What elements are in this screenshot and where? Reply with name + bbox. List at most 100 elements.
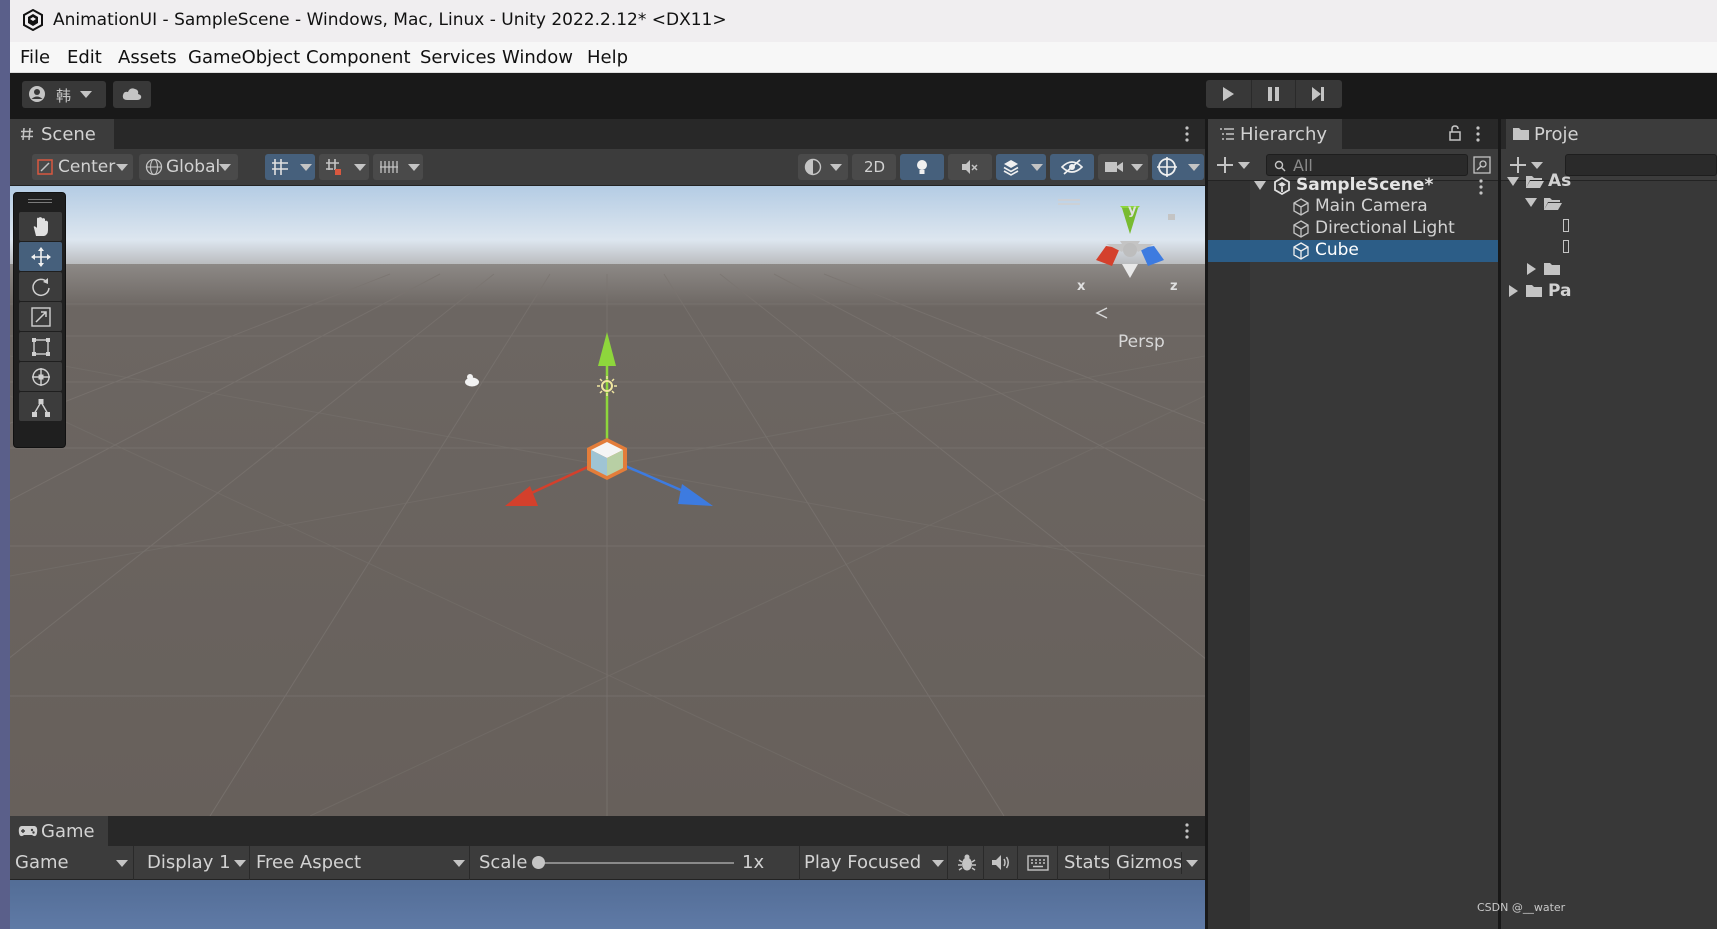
expand-arrow-icon[interactable]: [1525, 198, 1537, 208]
custom-tool[interactable]: [19, 392, 62, 421]
chevron-down-icon: [116, 860, 128, 867]
tab-project[interactable]: Proje: [1506, 119, 1717, 149]
drag-handle-icon[interactable]: [28, 198, 52, 204]
2d-mode-label: 2D: [864, 158, 886, 176]
chevron-down-icon[interactable]: [1238, 162, 1250, 169]
hierarchy-item-main-camera[interactable]: Main Camera: [1208, 196, 1498, 218]
hierarchy-item-label: Main Camera: [1315, 196, 1428, 216]
chevron-down-icon: [1131, 164, 1143, 171]
scene-viewport[interactable]: y x z Persp: [10, 186, 1205, 816]
open-folder-icon: [1526, 176, 1544, 188]
keyboard-shortcuts-toggle[interactable]: [1018, 846, 1058, 880]
chevron-down-icon: [830, 164, 842, 171]
mute-audio-toggle[interactable]: [984, 846, 1018, 880]
2d-mode-toggle[interactable]: 2D: [852, 154, 896, 180]
hierarchy-gutter: [1208, 181, 1250, 929]
pause-button[interactable]: [1251, 80, 1296, 108]
rect-tool[interactable]: [19, 332, 62, 361]
hidden-eye-icon: [1061, 159, 1083, 175]
tab-hierarchy[interactable]: Hierarchy: [1208, 119, 1342, 149]
hierarchy-item-cube[interactable]: Cube: [1208, 240, 1498, 262]
chevron-left-icon[interactable]: [1095, 306, 1109, 320]
add-icon[interactable]: [1509, 156, 1529, 174]
orientation-axis-x-label: x: [1077, 279, 1086, 294]
hierarchy-item-directional-light[interactable]: Directional Light: [1208, 218, 1498, 240]
collapse-arrow-icon[interactable]: [1509, 285, 1519, 297]
stats-toggle[interactable]: Stats: [1058, 846, 1110, 880]
menu-assets[interactable]: Assets: [118, 47, 177, 68]
more-options-icon[interactable]: [1478, 177, 1484, 197]
draw-mode-dropdown[interactable]: [798, 154, 848, 180]
hierarchy-search-field[interactable]: All: [1266, 154, 1468, 176]
gizmos-dropdown[interactable]: Gizmos: [1110, 846, 1205, 880]
menu-help[interactable]: Help: [587, 47, 628, 68]
pivot-space-dropdown[interactable]: Global: [139, 154, 238, 180]
scene-audio-toggle[interactable]: [948, 154, 992, 180]
menu-component[interactable]: Component: [306, 47, 411, 68]
account-label: 韩: [56, 87, 72, 105]
scale-value: 1x: [742, 852, 765, 873]
file-icon: [1563, 240, 1569, 253]
grid-snapping-toggle[interactable]: [265, 154, 315, 180]
menu-edit[interactable]: Edit: [67, 47, 102, 68]
panel-splitter[interactable]: [1205, 119, 1208, 929]
step-button[interactable]: [1296, 80, 1341, 108]
scene-row[interactable]: SampleScene*: [1208, 174, 1498, 198]
chevron-down-icon: [1031, 164, 1043, 171]
scene-canvas[interactable]: [10, 186, 1205, 816]
tab-project-label: Proje: [1534, 124, 1579, 145]
scene-visibility-toggle[interactable]: [1050, 154, 1094, 180]
scene-name: SampleScene*: [1296, 175, 1434, 195]
scale-slider-thumb[interactable]: [532, 856, 545, 869]
project-assets-label[interactable]: As: [1548, 171, 1571, 193]
grid-visibility-toggle[interactable]: [373, 154, 423, 180]
expand-arrow-icon[interactable]: [1254, 181, 1266, 191]
play-mode-dropdown[interactable]: Play Focused: [800, 846, 948, 880]
account-button[interactable]: 韩: [22, 81, 106, 108]
debug-toggle[interactable]: [950, 846, 984, 880]
menu-window[interactable]: Window: [502, 47, 573, 68]
projection-label[interactable]: Persp: [1118, 332, 1165, 352]
transform-tool[interactable]: [19, 362, 62, 391]
increment-snap-toggle[interactable]: [319, 154, 369, 180]
hierarchy-tabbar: Hierarchy: [1208, 119, 1498, 149]
search-by-reference-icon[interactable]: [1473, 156, 1491, 174]
menu-file[interactable]: File: [20, 47, 50, 68]
cloud-button[interactable]: [113, 81, 151, 108]
project-search-field[interactable]: [1565, 154, 1717, 176]
tab-game[interactable]: Game: [10, 816, 108, 846]
game-toolbar: Game Display 1 Free Aspect Scale 1x Play…: [10, 846, 1205, 880]
hierarchy-search-placeholder: All: [1293, 156, 1313, 175]
more-options-icon[interactable]: [1184, 124, 1190, 144]
more-options-icon[interactable]: [1184, 821, 1190, 841]
tab-scene[interactable]: Scene: [10, 119, 114, 149]
scene-camera-dropdown[interactable]: [1098, 154, 1148, 180]
aspect-dropdown[interactable]: Free Aspect: [252, 846, 470, 880]
speaker-icon: [992, 855, 1009, 870]
scale-slider-track[interactable]: [538, 862, 734, 864]
project-packages-label[interactable]: Pa: [1548, 281, 1571, 303]
collapse-arrow-icon[interactable]: [1527, 263, 1537, 275]
hand-tool[interactable]: [19, 212, 62, 241]
gizmos-toggle[interactable]: [1152, 154, 1204, 180]
move-tool[interactable]: [19, 242, 62, 271]
pivot-mode-dropdown[interactable]: Center: [32, 154, 133, 180]
chevron-down-icon[interactable]: [1531, 162, 1543, 169]
expand-arrow-icon[interactable]: [1507, 177, 1519, 187]
menu-gameobject[interactable]: GameObject: [188, 47, 300, 68]
rotate-tool[interactable]: [19, 272, 62, 301]
lock-icon[interactable]: [1448, 125, 1462, 141]
add-icon[interactable]: [1216, 156, 1236, 174]
game-view[interactable]: [10, 880, 1205, 929]
game-view-dropdown[interactable]: Game: [10, 846, 134, 880]
file-icon: [1563, 219, 1569, 232]
scene-lighting-toggle[interactable]: [900, 154, 944, 180]
more-options-icon[interactable]: [1475, 124, 1481, 144]
scale-tool[interactable]: [19, 302, 62, 331]
display-dropdown[interactable]: Display 1: [140, 846, 250, 880]
scene-effects-toggle[interactable]: [996, 154, 1046, 180]
bug-icon: [958, 854, 976, 871]
menu-services[interactable]: Services: [420, 47, 496, 68]
panel-splitter[interactable]: [1498, 119, 1501, 929]
play-button[interactable]: [1206, 80, 1251, 108]
